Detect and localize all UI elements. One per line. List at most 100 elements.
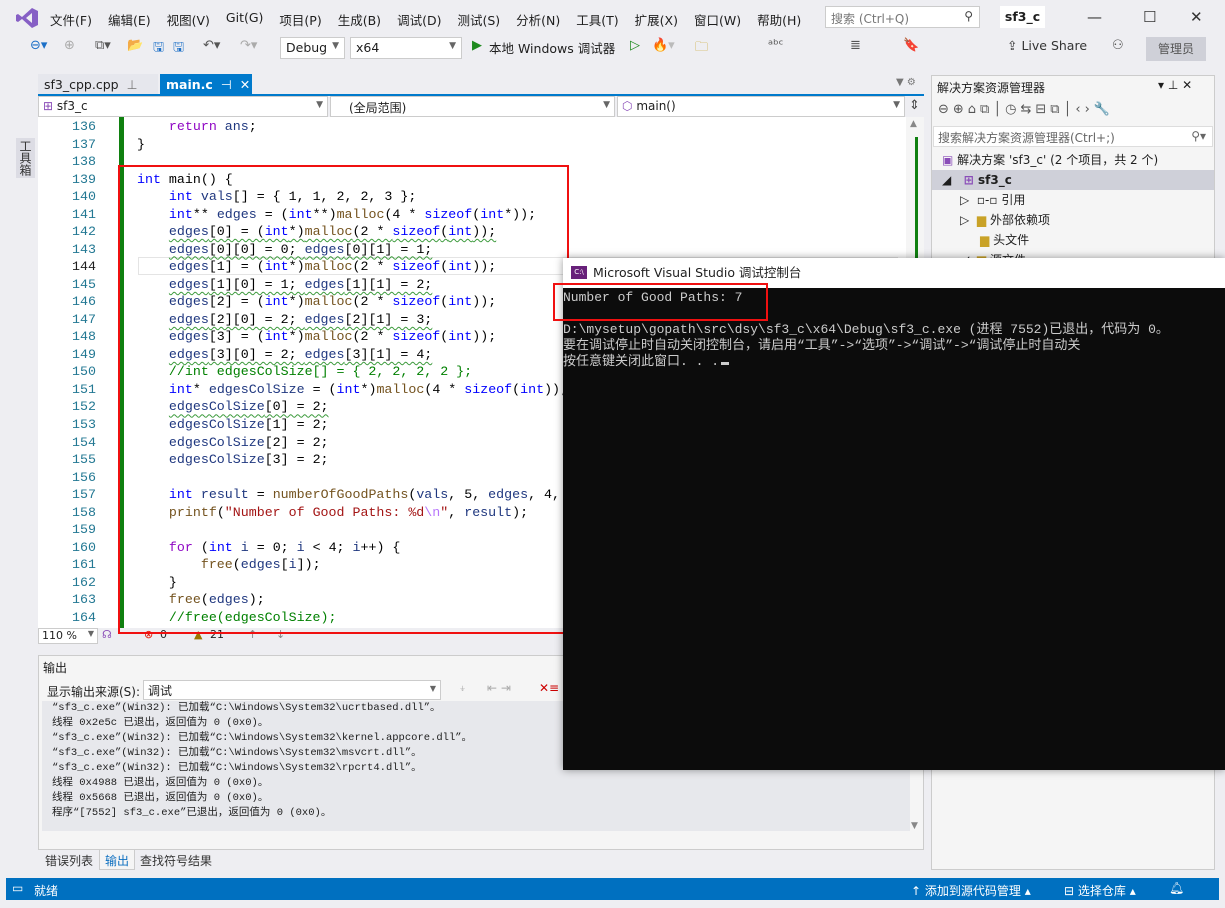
menu-project[interactable]: 项目(P) [271, 10, 329, 29]
minimize-button[interactable]: — [1087, 8, 1102, 26]
feedback-icon[interactable]: ⚇ [1112, 38, 1124, 53]
intellicode-icon[interactable]: ☊ [102, 628, 112, 641]
solution-search-input[interactable]: 搜索解决方案资源管理器(Ctrl+;) ⚲▾ [933, 126, 1213, 147]
start-debug-icon[interactable]: ▶ [472, 38, 482, 53]
search-icon: ⚲ [964, 9, 973, 23]
bookmark-icon[interactable]: 🔖 [903, 38, 919, 53]
main-menu: 文件(F) 编辑(E) 视图(V) Git(G) 项目(P) 生成(B) 调试(… [42, 10, 809, 29]
zoom-select[interactable]: 110 % ▼ [38, 628, 98, 644]
start-without-debug-icon[interactable]: ▷ [630, 38, 640, 53]
code-line[interactable]: 136 return ans; [38, 118, 906, 136]
member-nav-select[interactable]: ⬡ main() ▼ [617, 96, 905, 117]
menu-test[interactable]: 测试(S) [449, 10, 508, 29]
admin-badge[interactable]: 管理员 [1146, 37, 1206, 61]
scope-nav-select[interactable]: (全局范围) ▼ [330, 96, 615, 117]
forward-icon[interactable]: ⊕ [64, 38, 75, 53]
start-debug-button[interactable]: 本地 Windows 调试器 [489, 38, 615, 57]
tree-label: 外部依赖项 [989, 213, 1050, 227]
folder-icon: ▆ [980, 233, 990, 247]
new-project-icon[interactable]: ⧉▾ [95, 38, 111, 53]
close-tab-icon[interactable]: ✕ [240, 77, 250, 92]
scroll-up-icon[interactable]: ▲ [910, 119, 917, 129]
line-number: 164 [72, 609, 96, 625]
find-message-icon[interactable]: ⍖ [459, 681, 466, 696]
add-source-control-button[interactable]: ↑ 添加到源代码管理 ▴ [911, 882, 1031, 899]
solution-toolbar-icons[interactable]: ⊖⊕⌂⧉│◷⇆⊟⧉│‹›🔧 [938, 102, 1114, 117]
line-number: 137 [72, 136, 96, 152]
debug-console-window[interactable]: C:\ Microsoft Visual Studio 调试控制台 Number… [563, 258, 1225, 770]
line-number: 140 [72, 189, 96, 205]
zoom-value: 110 % [42, 629, 77, 642]
open-folder-icon[interactable]: 📂 [127, 38, 143, 53]
menu-extensions[interactable]: 扩展(X) [627, 10, 686, 29]
menu-build[interactable]: 生成(B) [330, 10, 389, 29]
tree-project[interactable]: ◢ ⊞ sf3_c [932, 170, 1214, 190]
tree-external-deps[interactable]: ▷ ▆ 外部依赖项 [960, 210, 1050, 230]
tab-main-c[interactable]: main.c ⊣ ✕ [160, 74, 252, 94]
save-all-icon[interactable]: 🖫 [173, 38, 184, 60]
back-icon[interactable]: ⊖▾ [30, 38, 47, 53]
panel-options-icon[interactable]: ▾ ⊥ ✕ [1158, 78, 1192, 92]
pin-icon[interactable]: ⊥ [127, 77, 138, 92]
code-token: } [137, 136, 145, 152]
tree-references[interactable]: ▷ ▫-▫ 引用 [960, 190, 1025, 210]
close-button[interactable]: ✕ [1190, 8, 1203, 26]
expanded-icon: ◢ [942, 173, 952, 187]
tab-error-list[interactable]: 错误列表 [40, 850, 98, 870]
menu-window[interactable]: 窗口(W) [686, 10, 749, 29]
toolbox-strip: 工具箱 [0, 62, 36, 878]
tab-output[interactable]: 输出 [99, 850, 136, 870]
platform-select[interactable]: x64 ▼ [350, 37, 462, 59]
tab-list-icon[interactable]: ▼ ⚙ [896, 77, 916, 88]
undo-icon[interactable]: ↶▾ [203, 38, 220, 53]
solution-icon: ▣ [942, 153, 954, 167]
line-number: 152 [72, 399, 96, 415]
bell-icon[interactable]: 🔔︎ [1169, 881, 1184, 895]
indent-icon[interactable]: ≣ [850, 38, 861, 53]
tab-find-symbol-results[interactable]: 查找符号结果 [135, 850, 217, 870]
tree-solution[interactable]: ▣ 解决方案 'sf3_c' (2 个项目，共 2 个) [942, 150, 1158, 170]
tab-sf3-cpp[interactable]: sf3_cpp.cpp ⊥ [38, 74, 158, 94]
search-input[interactable]: 搜索 (Ctrl+Q) ⚲ [825, 6, 980, 28]
project-nav-select[interactable]: ⊞ sf3_c ▼ [38, 96, 328, 117]
status-text: 就绪 [34, 884, 59, 898]
code-line[interactable]: 137} [38, 136, 906, 154]
split-editor-icon[interactable]: ⇕ [909, 98, 920, 113]
toolbox-tab[interactable]: 工具箱 [16, 138, 35, 178]
line-number: 147 [72, 311, 96, 327]
menu-view[interactable]: 视图(V) [159, 10, 218, 29]
configuration-select[interactable]: Debug ▼ [280, 37, 345, 59]
scroll-down-icon[interactable]: ▼ [911, 821, 918, 831]
output-line: 线程 0x4988 已退出，返回值为 0 (0x0)。 [52, 777, 269, 789]
save-icon[interactable]: 🖫 [153, 38, 164, 60]
tree-header-files[interactable]: ▆ 头文件 [980, 230, 1029, 250]
line-number: 151 [72, 381, 96, 397]
find-in-files-icon[interactable]: 🗀 [695, 38, 708, 60]
menu-git[interactable]: Git(G) [218, 10, 272, 29]
pin-icon[interactable]: ⊣ [221, 77, 232, 92]
redo-icon[interactable]: ↷▾ [240, 38, 257, 53]
configuration-value: Debug [286, 40, 328, 55]
menu-help[interactable]: 帮助(H) [749, 10, 809, 29]
clear-all-icon[interactable]: ✕≡ [539, 681, 559, 695]
live-share-button[interactable]: ⇪ Live Share [1007, 38, 1087, 53]
output-source-select[interactable]: 调试 ▼ [143, 680, 441, 700]
line-number: 157 [72, 487, 96, 503]
menu-analyze[interactable]: 分析(N) [508, 10, 568, 29]
maximize-button[interactable]: ☐ [1143, 8, 1156, 26]
menu-edit[interactable]: 编辑(E) [100, 10, 159, 29]
menu-debug[interactable]: 调试(D) [389, 10, 449, 29]
menu-tools[interactable]: 工具(T) [568, 10, 626, 29]
tree-label: 解决方案 'sf3_c' (2 个项目，共 2 个) [957, 153, 1159, 167]
menu-bar: 文件(F) 编辑(E) 视图(V) Git(G) 项目(P) 生成(B) 调试(… [0, 0, 1225, 36]
select-repo-button[interactable]: ⊟ 选择仓库 ▴ [1064, 882, 1136, 899]
line-number: 143 [72, 241, 96, 257]
solution-search-placeholder: 搜索解决方案资源管理器(Ctrl+;) [938, 131, 1115, 145]
line-number: 159 [72, 522, 96, 538]
line-number: 155 [72, 452, 96, 468]
menu-file[interactable]: 文件(F) [42, 10, 100, 29]
hot-reload-icon[interactable]: 🔥▾ [652, 38, 675, 53]
prev-message-icon[interactable]: ⇤ ⇥ [487, 681, 511, 695]
spell-check-icon[interactable]: ᵃᵇᶜ [768, 38, 783, 53]
line-number: 145 [72, 276, 96, 292]
